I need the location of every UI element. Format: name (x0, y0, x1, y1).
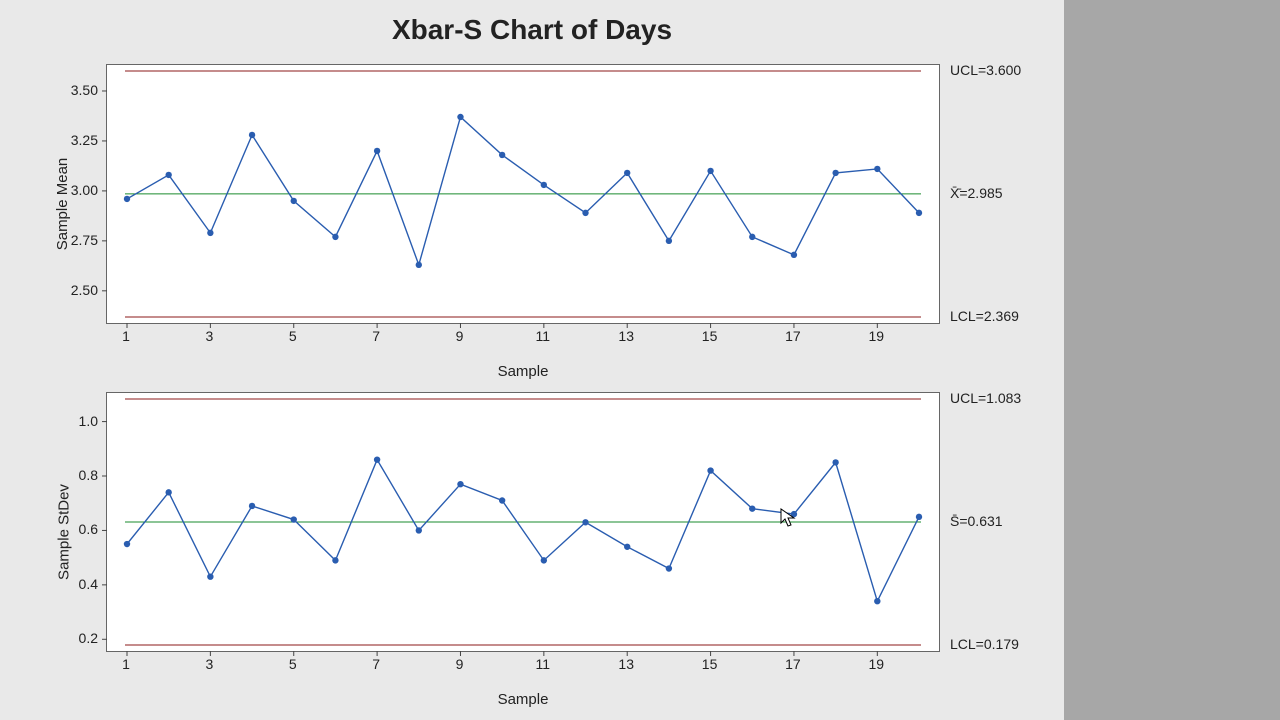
lcl-label: LCL=2.369 (950, 308, 1019, 324)
y-tick: 3.25 (71, 132, 98, 148)
plot-area[interactable] (106, 392, 940, 652)
x-tick: 15 (702, 328, 718, 344)
y-tick: 1.0 (79, 413, 98, 429)
y-tick: 2.50 (71, 282, 98, 298)
x-tick: 1 (122, 656, 130, 672)
y-tick: 3.50 (71, 82, 98, 98)
x-tick: 3 (205, 656, 213, 672)
x-tick: 11 (536, 328, 551, 344)
center-label: S̄=0.631 (950, 513, 1003, 529)
x-tick: 19 (869, 328, 885, 344)
y-axis-ticks: 2.50 2.75 3.00 3.25 3.50 (24, 64, 98, 324)
x-tick: 13 (618, 656, 634, 672)
y-tick: 0.8 (79, 467, 98, 483)
x-tick: 17 (785, 656, 801, 672)
x-axis-label: Sample (106, 363, 940, 380)
x-tick: 11 (536, 656, 551, 672)
ucl-label: UCL=1.083 (950, 390, 1021, 406)
y-tick: 0.4 (79, 576, 98, 592)
x-tick: 15 (702, 656, 718, 672)
y-tick: 3.00 (71, 182, 98, 198)
x-tick: 9 (456, 656, 464, 672)
center-label: X̄̄=2.985 (950, 185, 1003, 201)
s-panel: Sample StDev 0.20.40.60.81.0 UCL=1.083S̄… (24, 382, 1040, 682)
x-tick: 9 (456, 328, 464, 344)
y-tick: 0.2 (79, 630, 98, 646)
x-axis-ticks: 135791113151719 (106, 328, 940, 348)
stage: Xbar-S Chart of Days Sample Mean 2.502.7… (0, 0, 1280, 720)
ucl-label: UCL=3.600 (950, 62, 1021, 78)
xbar-panel: Sample Mean 2.502.753.003.253.50 UCL=3.6… (24, 54, 1040, 354)
limit-labels: UCL=1.083 S̄=0.631 LCL=0.179 (950, 392, 1040, 652)
chart-title: Xbar-S Chart of Days (0, 0, 1064, 54)
x-tick: 7 (372, 328, 380, 344)
x-tick: 7 (372, 656, 380, 672)
x-axis-label: Sample (106, 691, 940, 708)
x-tick: 5 (289, 328, 297, 344)
x-tick: 5 (289, 656, 297, 672)
plot-area[interactable] (106, 64, 940, 324)
x-tick: 3 (205, 328, 213, 344)
y-axis-ticks: 0.2 0.4 0.6 0.8 1.0 (24, 392, 98, 652)
limit-labels: UCL=3.600 X̄̄=2.985 LCL=2.369 (950, 64, 1040, 324)
y-tick: 2.75 (71, 232, 98, 248)
x-tick: 19 (869, 656, 885, 672)
x-axis-ticks: 135791113151719 (106, 656, 940, 676)
lcl-label: LCL=0.179 (950, 636, 1019, 652)
x-tick: 13 (618, 328, 634, 344)
y-tick: 0.6 (79, 521, 98, 537)
document-area: Xbar-S Chart of Days Sample Mean 2.502.7… (0, 0, 1064, 720)
x-tick: 17 (785, 328, 801, 344)
x-tick: 1 (122, 328, 130, 344)
